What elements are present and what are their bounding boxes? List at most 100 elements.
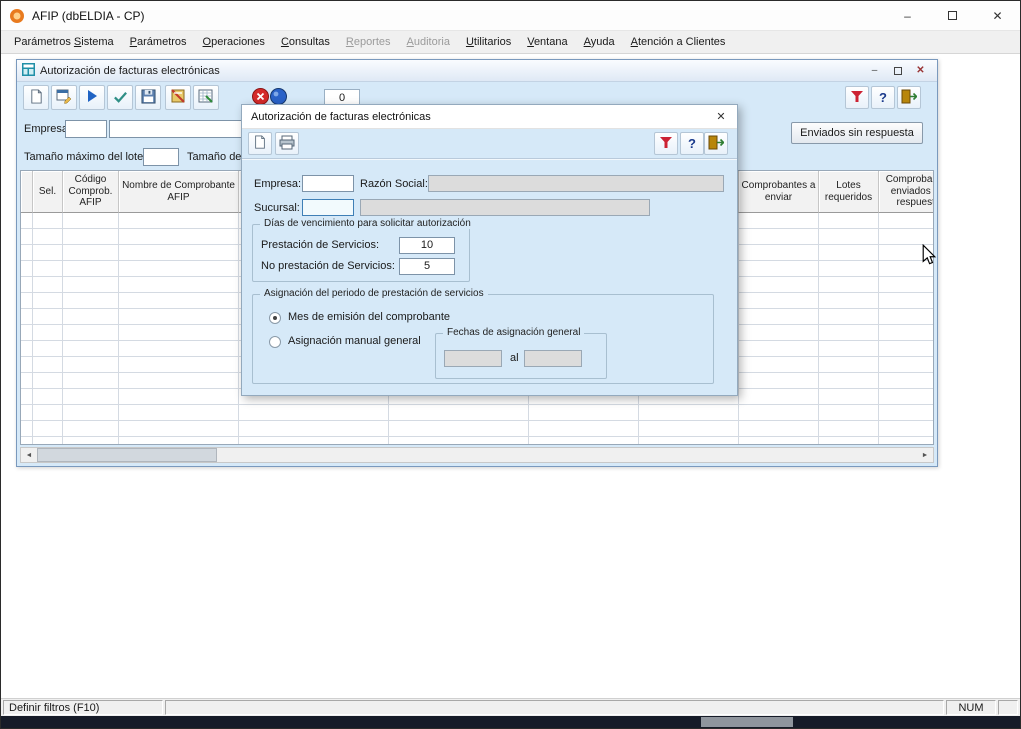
grid-cell (239, 437, 389, 445)
menu-item[interactable]: Parámetros Sistema (6, 33, 122, 51)
grid-cell (119, 373, 239, 389)
grid-cell (879, 261, 934, 277)
run-button[interactable] (79, 85, 105, 110)
print-button[interactable] (275, 132, 299, 155)
radio-manual-label[interactable]: Asignación manual general (288, 335, 421, 347)
grid-cell (33, 309, 63, 325)
cancel-icon[interactable] (252, 88, 269, 105)
enviados-sin-respuesta-button[interactable]: Enviados sin respuesta (791, 122, 923, 144)
info-icon[interactable] (270, 88, 287, 105)
grid-column-header[interactable]: Código Comprob. AFIP (63, 171, 119, 213)
grid-cell (819, 437, 879, 445)
radio-manual[interactable] (269, 336, 281, 348)
sucursal-field[interactable] (302, 199, 354, 216)
grid-column-header[interactable]: Sel. (33, 171, 63, 213)
child-minimize-button[interactable]: – (867, 64, 882, 77)
menu-item[interactable]: Consultas (273, 33, 338, 51)
edit-button[interactable] (51, 85, 77, 110)
empresa-code-field[interactable] (65, 120, 107, 138)
tamano-lote-field[interactable] (143, 148, 179, 166)
scroll-left-button[interactable]: ◄ (21, 448, 37, 462)
grid-cell (879, 405, 934, 421)
grid-cell (21, 325, 33, 341)
help-button[interactable]: ? (871, 86, 895, 109)
grid-cell (21, 341, 33, 357)
menu-item[interactable]: Atención a Clientes (623, 33, 734, 51)
grid-column-header[interactable]: Comprobantes a enviar (739, 171, 819, 213)
no-prestacion-field[interactable]: 5 (399, 258, 455, 275)
child-close-button[interactable]: ✕ (913, 64, 928, 77)
status-message: Definir filtros (F10) (3, 700, 163, 715)
scroll-track[interactable] (37, 448, 917, 462)
grid-cell (33, 213, 63, 229)
menu-item[interactable]: Ayuda (576, 33, 623, 51)
grid-cell (739, 213, 819, 229)
exit-button[interactable] (897, 86, 921, 109)
close-button[interactable]: ✕ (975, 1, 1020, 30)
menu-item[interactable]: Parámetros (122, 33, 195, 51)
edit-icon (56, 88, 72, 107)
menu-item[interactable]: Operaciones (195, 33, 273, 51)
filter-button[interactable] (845, 86, 869, 109)
grid-cell (879, 437, 934, 445)
grid-cell (879, 389, 934, 405)
dialog-titlebar: Autorización de facturas electrónicas ✕ (242, 105, 737, 129)
grid-row[interactable] (21, 421, 933, 437)
radio-mes[interactable] (269, 312, 281, 324)
grid-cell (879, 213, 934, 229)
grid-cell (33, 229, 63, 245)
resize-grip[interactable] (998, 700, 1018, 715)
grid-cell (879, 245, 934, 261)
grid-column-header[interactable]: Lotes requeridos (819, 171, 879, 213)
grid-cell (33, 357, 63, 373)
export-button[interactable] (193, 85, 219, 110)
child-title: Autorización de facturas electrónicas (40, 65, 220, 77)
scroll-right-button[interactable]: ► (917, 448, 933, 462)
scroll-thumb[interactable] (37, 448, 217, 462)
grid-cell (639, 437, 739, 445)
dialog-empresa-field[interactable] (302, 175, 354, 192)
dialog-help-button[interactable]: ? (680, 132, 704, 155)
run-icon (85, 89, 99, 106)
grid-cell (33, 261, 63, 277)
grid-cell (239, 421, 389, 437)
sucursal-label: Sucursal: (254, 202, 300, 214)
grid-row[interactable] (21, 405, 933, 421)
grid-cell (239, 405, 389, 421)
minimize-button[interactable]: – (885, 1, 930, 30)
dialog-new-button[interactable] (248, 132, 272, 155)
taskbar-item[interactable] (701, 717, 793, 727)
prestacion-field[interactable]: 10 (399, 237, 455, 254)
vencimiento-groupbox: Días de vencimiento para solicitar autor… (252, 224, 470, 282)
horizontal-scrollbar[interactable]: ◄ ► (20, 447, 934, 463)
menu-item[interactable]: Ventana (519, 33, 575, 51)
radio-mes-label[interactable]: Mes de emisión del comprobante (288, 311, 450, 323)
ledger-button[interactable] (165, 85, 191, 110)
grid-column-header[interactable] (21, 171, 33, 213)
grid-row[interactable] (21, 437, 933, 445)
confirm-button[interactable] (107, 85, 133, 110)
maximize-button[interactable] (930, 1, 975, 30)
menu-item[interactable]: Utilitarios (458, 33, 519, 51)
grid-cell (879, 373, 934, 389)
save-button[interactable] (135, 85, 161, 110)
grid-cell (879, 357, 934, 373)
grid-cell (389, 405, 529, 421)
dialog-filter-button[interactable] (654, 132, 678, 155)
dialog-close-button[interactable]: ✕ (705, 106, 737, 128)
grid-cell (819, 389, 879, 405)
grid-cell (119, 277, 239, 293)
grid-cell (33, 325, 63, 341)
grid-cell (879, 341, 934, 357)
new-button[interactable] (23, 85, 49, 110)
child-maximize-button[interactable] (890, 64, 905, 77)
grid-column-header[interactable]: Nombre de Comprobante AFIP (119, 171, 239, 213)
grid-cell (119, 405, 239, 421)
grid-cell (33, 293, 63, 309)
fecha-desde-field (444, 350, 502, 367)
grid-column-header[interactable]: Comprobantes enviados sin respuesta (879, 171, 934, 213)
grid-cell (739, 325, 819, 341)
grid-cell (63, 421, 119, 437)
dialog-exit-button[interactable] (704, 132, 728, 155)
grid-cell (119, 293, 239, 309)
